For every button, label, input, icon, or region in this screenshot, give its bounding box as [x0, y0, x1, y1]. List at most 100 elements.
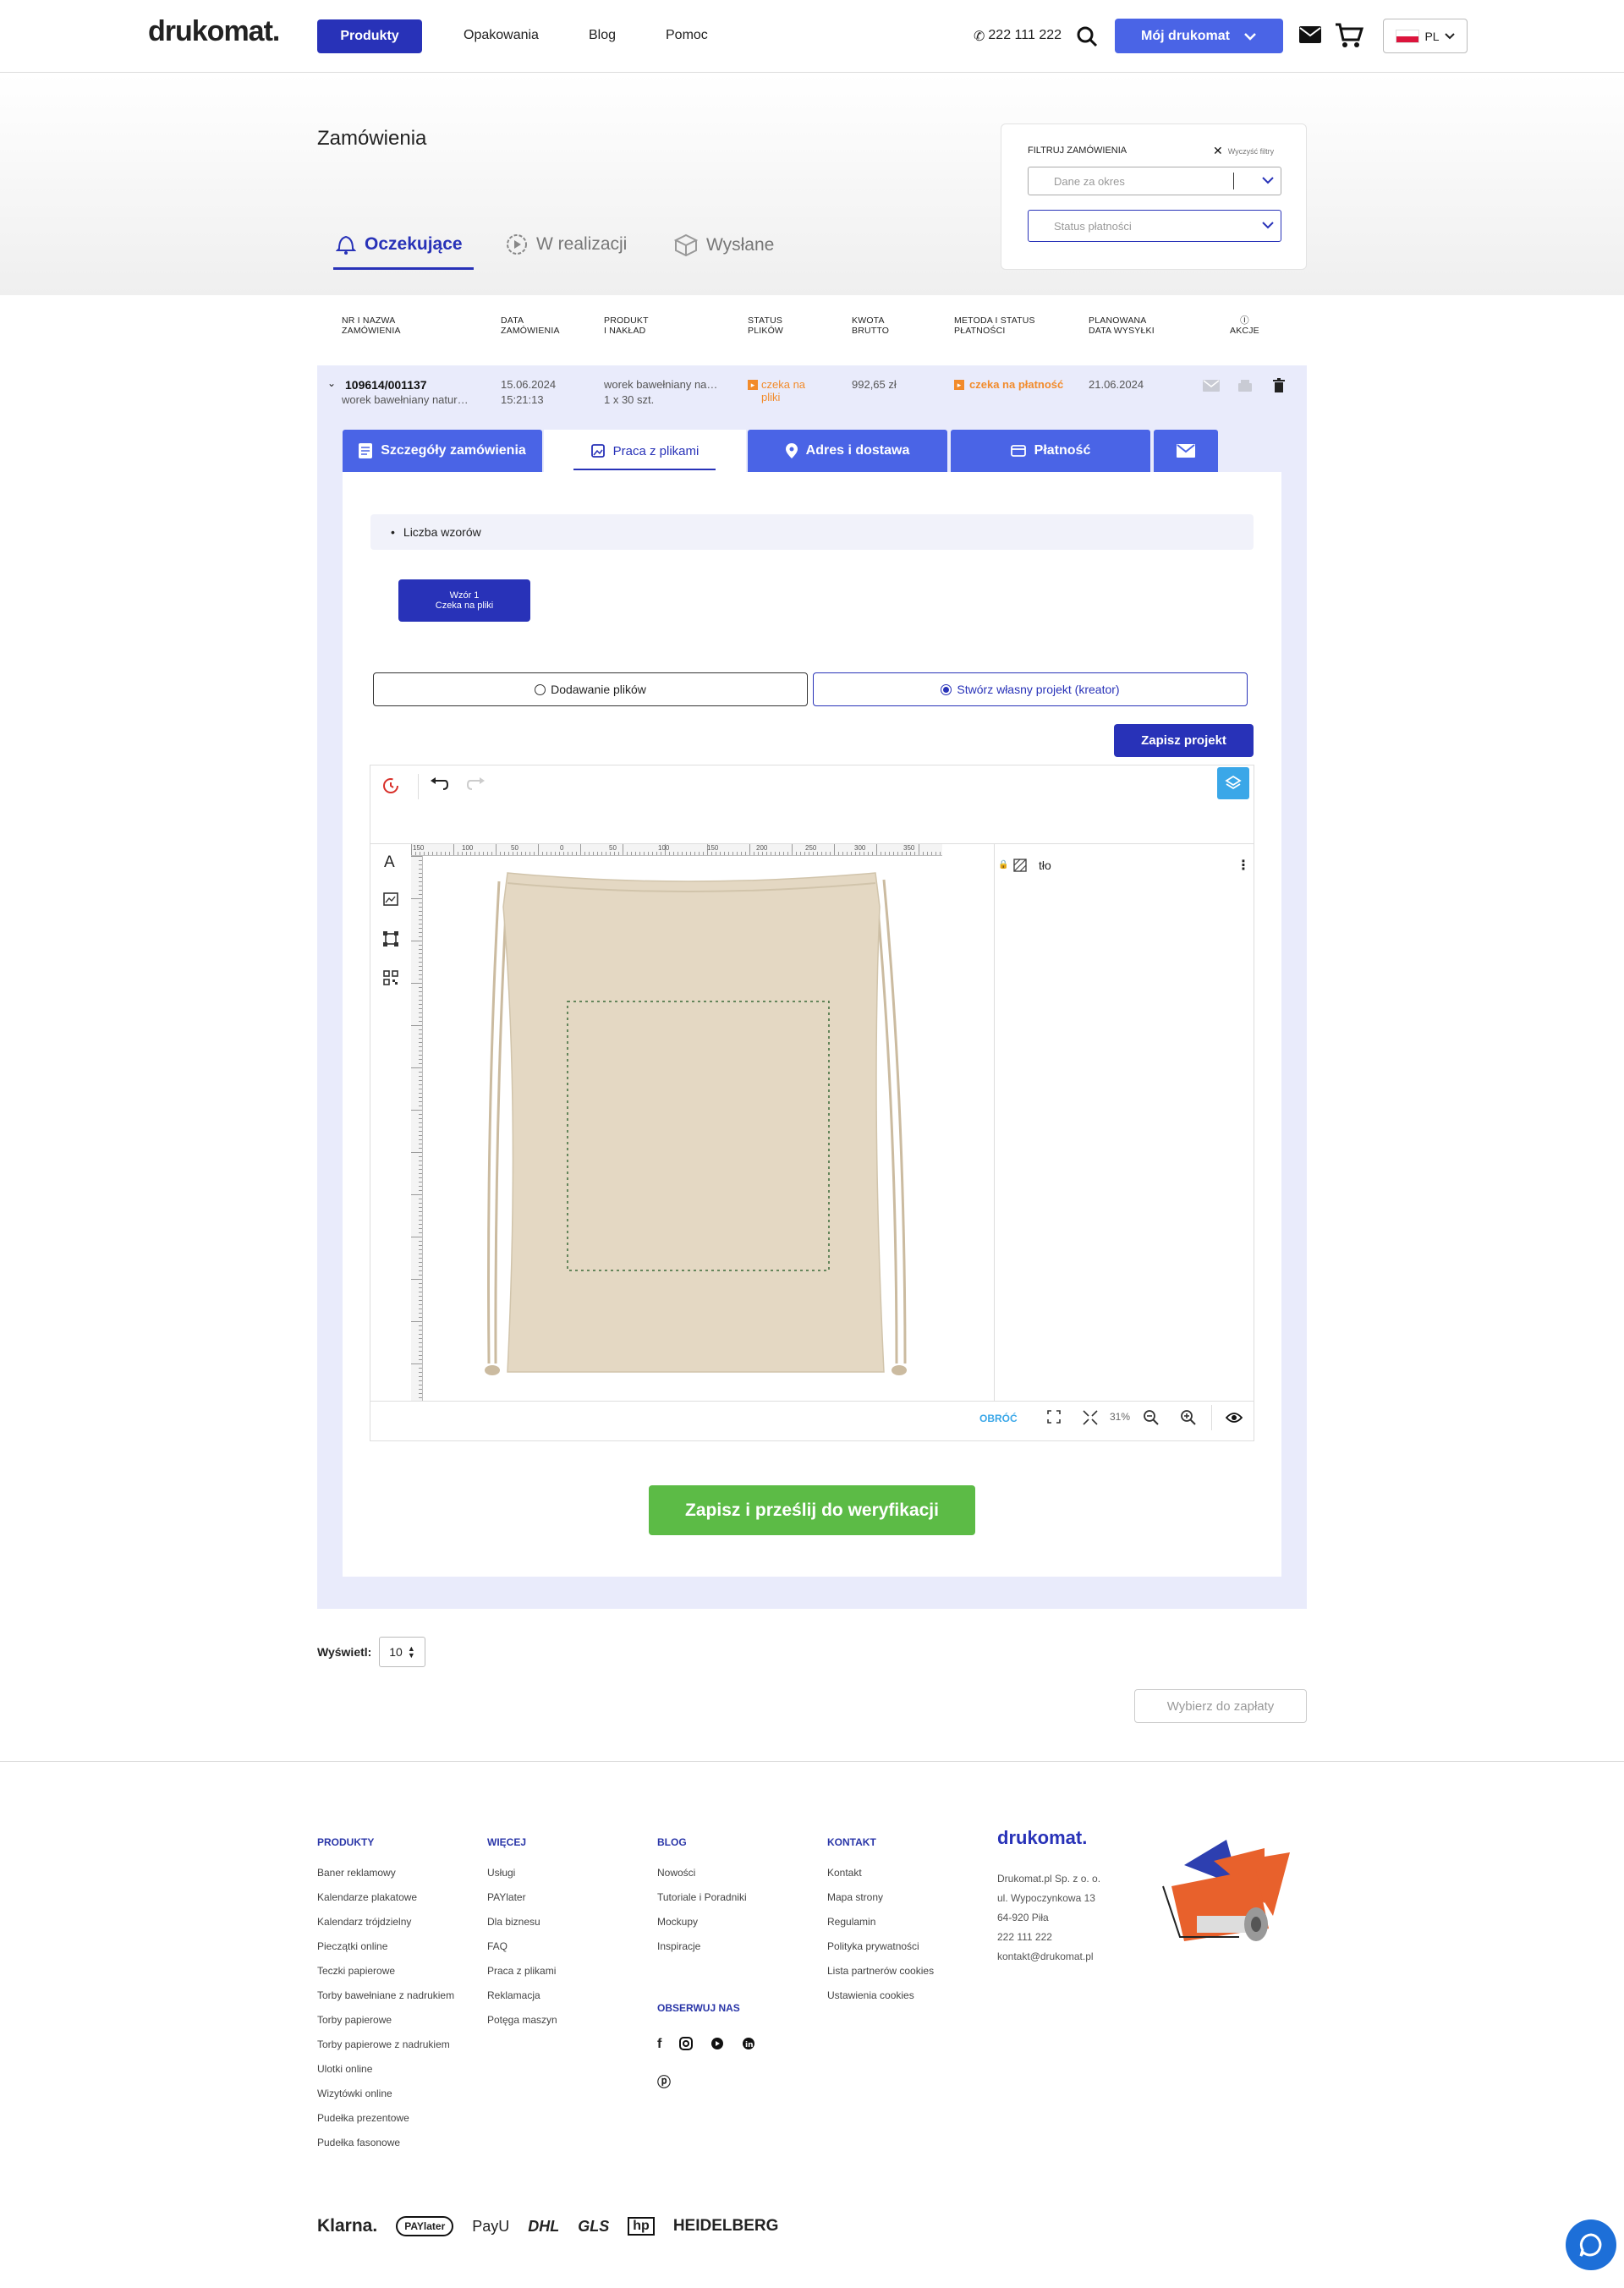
page-title: Zamówienia — [317, 127, 427, 150]
footer-link[interactable]: Kontakt — [827, 1867, 934, 1879]
collapse-chevron-icon[interactable]: ⌄ — [327, 377, 336, 389]
filter-title: FILTRUJ ZAMÓWIENIA — [1028, 145, 1127, 156]
shape-tool-icon[interactable] — [383, 931, 398, 946]
upload-files-option[interactable]: Dodawanie plików — [373, 672, 808, 706]
footer-link[interactable]: Reklamacja — [487, 1989, 557, 2001]
footer-link[interactable]: PAYlater — [487, 1891, 557, 1903]
search-icon[interactable] — [1076, 25, 1098, 47]
footer-link[interactable]: Pudełka fasonowe — [317, 2137, 454, 2148]
mail-icon[interactable] — [1298, 25, 1322, 44]
footer-link[interactable]: Teczki papierowe — [317, 1965, 454, 1977]
order-date: 15.06.2024 — [501, 378, 557, 391]
pinterest-icon[interactable]: ⓟ — [657, 2071, 671, 2091]
my-account-button[interactable]: Mój drukomat — [1115, 19, 1283, 53]
footer-link[interactable]: Mockupy — [657, 1916, 747, 1928]
youtube-icon[interactable] — [710, 2037, 724, 2052]
tab-payment[interactable]: Płatność — [951, 430, 1150, 472]
footer-link[interactable]: Pudełka prezentowe — [317, 2112, 454, 2124]
footer-link[interactable]: Torby papierowe z nadrukiem — [317, 2038, 454, 2050]
design-canvas[interactable] — [423, 856, 942, 1401]
footer-link[interactable]: Polityka prywatności — [827, 1940, 934, 1952]
layers-button[interactable] — [1217, 767, 1249, 799]
follow-us: OBSERWUJ NAS — [657, 2002, 740, 2014]
footer-link[interactable]: FAQ — [487, 1940, 557, 1952]
dhl-logo: DHL — [528, 2217, 560, 2235]
tab-wyslane[interactable]: Wysłane — [674, 233, 774, 257]
footer-link[interactable]: Ustawienia cookies — [827, 1989, 934, 2001]
footer-link[interactable]: Torby bawełniane z nadrukiem — [317, 1989, 454, 2001]
footer-link[interactable]: Inspiracje — [657, 1940, 747, 1952]
bullet-icon: • — [391, 525, 395, 539]
footer-link[interactable]: Regulamin — [827, 1916, 934, 1928]
col-header-actions: ⓘ AKCJE — [1230, 315, 1259, 336]
preview-eye-icon[interactable] — [1226, 1412, 1243, 1424]
facebook-icon[interactable]: f — [657, 2037, 661, 2052]
fullscreen-icon[interactable] — [1083, 1410, 1098, 1425]
lock-icon[interactable]: 🔒 — [998, 860, 1008, 870]
language-select[interactable]: PL — [1383, 19, 1468, 53]
footer-link[interactable]: Mapa strony — [827, 1891, 934, 1903]
chat-button[interactable] — [1566, 2219, 1616, 2270]
period-filter-input[interactable]: Dane za okres — [1028, 167, 1281, 195]
tab-address-delivery[interactable]: Adres i dostawa — [748, 430, 947, 472]
footer-link[interactable]: Torby papierowe — [317, 2014, 454, 2026]
linkedin-icon[interactable]: in — [742, 2037, 755, 2052]
design-1-button[interactable]: Wzór 1 Czeka na pliki — [398, 579, 530, 622]
redo-icon[interactable] — [467, 777, 486, 791]
nav-products-button[interactable]: Produkty — [317, 19, 422, 53]
mail-action-icon[interactable] — [1203, 380, 1220, 392]
footer-link[interactable]: Pieczątki online — [317, 1940, 454, 1952]
footer-link[interactable]: Wizytówki online — [317, 2088, 454, 2099]
logo[interactable]: drukomat. — [148, 15, 280, 48]
payment-status-select[interactable]: Status płatności — [1028, 210, 1281, 242]
footer-link[interactable]: Kalendarze plakatowe — [317, 1891, 454, 1903]
clear-filters-button[interactable]: ✕ Wyczyść filtry — [1213, 144, 1274, 158]
phone-link[interactable]: ✆ 222 111 222 — [974, 28, 1062, 45]
nav-blog[interactable]: Blog — [589, 28, 616, 43]
tab-messages[interactable] — [1154, 430, 1218, 472]
instagram-icon[interactable] — [679, 2037, 694, 2052]
footer-link[interactable]: Usługi — [487, 1867, 557, 1879]
footer-link[interactable]: Praca z plikami — [487, 1965, 557, 1977]
footer-link[interactable]: Nowości — [657, 1867, 747, 1879]
footer-link[interactable]: Ulotki online — [317, 2063, 454, 2075]
active-tab-underline — [333, 267, 474, 270]
nav-pomoc[interactable]: Pomoc — [666, 28, 708, 43]
cart-icon[interactable] — [1335, 22, 1363, 49]
fit-icon[interactable] — [1047, 1410, 1061, 1424]
order-quantity: 1 x 30 szt. — [604, 393, 655, 406]
text-tool-icon[interactable]: A — [384, 853, 395, 872]
footer-link[interactable]: Dla biznesu — [487, 1916, 557, 1928]
per-page-select[interactable]: 10 ▲ ▼ — [379, 1637, 425, 1667]
footer-link[interactable]: Potęga maszyn — [487, 2014, 557, 2026]
submit-for-verification-button[interactable]: Zapisz i prześlij do weryfikacji — [649, 1485, 975, 1535]
undo-icon[interactable] — [430, 777, 448, 791]
reset-history-icon[interactable] — [381, 776, 401, 796]
zoom-out-icon[interactable] — [1144, 1410, 1159, 1425]
nav-opakowania[interactable]: Opakowania — [464, 28, 539, 43]
tab-order-details[interactable]: Szczegóły zamówienia — [343, 430, 542, 472]
image-tool-icon[interactable] — [383, 892, 398, 906]
trash-icon[interactable] — [1273, 378, 1285, 392]
ruler-label: 150 — [707, 844, 719, 852]
duplicate-action-icon[interactable] — [1237, 380, 1254, 392]
footer-link[interactable]: Tutoriale i Poradniki — [657, 1891, 747, 1903]
qr-code-icon[interactable] — [383, 970, 398, 985]
ruler-label: 100 — [658, 844, 670, 852]
layer-name[interactable]: tło — [1039, 859, 1051, 872]
footer-link[interactable]: Baner reklamowy — [317, 1867, 454, 1879]
rotate-button[interactable]: OBRÓĆ — [979, 1413, 1018, 1424]
col-header-date: DATA ZAMÓWIENIA — [501, 315, 560, 336]
ruler-label: 0 — [560, 844, 564, 852]
creator-option[interactable]: Stwórz własny projekt (kreator) — [813, 672, 1248, 706]
footer-link[interactable]: Kalendarz trójdzielny — [317, 1916, 454, 1928]
save-project-button[interactable]: Zapisz projekt — [1114, 724, 1254, 757]
select-to-pay-button[interactable]: Wybierz do zapłaty — [1134, 1689, 1307, 1723]
tab-file-work[interactable]: Praca z plikami — [544, 430, 746, 472]
zoom-in-icon[interactable] — [1181, 1410, 1196, 1425]
more-options-icon[interactable]: ⋮ — [1237, 857, 1250, 874]
footer-link[interactable]: Lista partnerów cookies — [827, 1965, 934, 1977]
order-number[interactable]: 109614/001137 — [345, 378, 427, 392]
tab-oczekujace[interactable]: Oczekujące — [336, 233, 463, 255]
tab-w-realizacji[interactable]: W realizacji — [506, 233, 627, 255]
